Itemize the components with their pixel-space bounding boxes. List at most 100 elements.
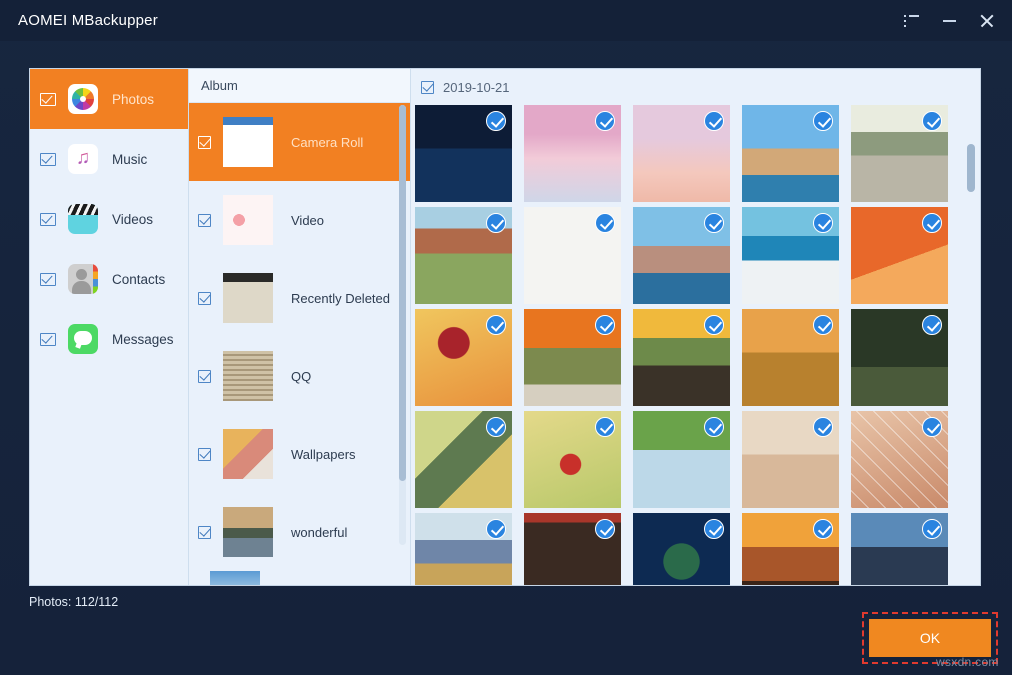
photo-selected-check-icon[interactable] [813,417,833,437]
album-checkbox-wonderful[interactable] [198,526,211,539]
sidebar-label-photos: Photos [112,92,154,107]
photo-thumbnail[interactable] [524,105,621,202]
close-button[interactable] [968,0,1006,41]
photo-thumbnail[interactable] [742,207,839,304]
photo-selected-check-icon[interactable] [595,519,615,539]
list-view-button[interactable] [892,0,930,41]
photo-selected-check-icon[interactable] [922,111,942,131]
album-thumbnail [223,351,273,401]
watermark: wsxdn.com [936,655,999,669]
sidebar-checkbox-messages[interactable] [40,333,56,346]
app-window: AOMEI MBackupper Photos [0,0,1012,675]
photo-thumbnail[interactable] [633,309,730,406]
minimize-button[interactable] [930,0,968,41]
album-thumbnail [210,571,260,585]
photo-thumbnail[interactable] [851,309,948,406]
photo-thumbnail[interactable] [633,411,730,508]
music-icon [68,144,98,174]
photo-selected-check-icon[interactable] [813,111,833,131]
photo-thumbnail[interactable] [415,207,512,304]
album-item-recently-deleted[interactable]: Recently Deleted [189,259,410,337]
photo-selected-check-icon[interactable] [486,213,506,233]
photo-thumbnail[interactable] [524,513,621,585]
photo-thumbnail[interactable] [851,105,948,202]
photo-selected-check-icon[interactable] [704,213,724,233]
photo-selected-check-icon[interactable] [922,315,942,335]
status-photos-count: Photos: 112/112 [29,595,118,609]
photo-thumbnail[interactable] [742,309,839,406]
photo-thumbnail[interactable] [415,513,512,585]
sidebar-label-videos: Videos [112,212,153,227]
sidebar-checkbox-music[interactable] [40,153,56,166]
photo-selected-check-icon[interactable] [595,315,615,335]
album-label-qq: QQ [291,369,311,384]
album-thumbnail [223,273,273,323]
close-icon [980,14,994,28]
sidebar-checkbox-photos[interactable] [40,93,56,106]
album-header: Album [189,69,410,103]
sidebar-item-contacts[interactable]: Contacts [30,249,188,309]
photo-thumbnail[interactable] [524,207,621,304]
album-item-wonderful[interactable]: wonderful [189,493,410,571]
album-thumbnail [223,429,273,479]
content-area: Photos Music Videos Contacts Messages [29,68,981,586]
photo-scrollbar-thumb[interactable] [967,144,975,192]
photo-thumbnail[interactable] [633,105,730,202]
photo-grid-panel: 2019-10-21 [411,69,980,585]
photo-selected-check-icon[interactable] [704,417,724,437]
album-checkbox-camera-roll[interactable] [198,136,211,149]
photo-selected-check-icon[interactable] [704,315,724,335]
album-checkbox-recently-deleted[interactable] [198,292,211,305]
album-checkbox-qq[interactable] [198,370,211,383]
album-item-video[interactable]: Video [189,181,410,259]
photo-thumbnail[interactable] [415,105,512,202]
ok-button[interactable]: OK [869,619,991,657]
photo-selected-check-icon[interactable] [486,315,506,335]
date-group-header: 2019-10-21 [411,69,980,105]
photo-thumbnail[interactable] [633,207,730,304]
album-item-partial[interactable] [189,571,410,585]
date-group-checkbox[interactable] [421,81,434,94]
photo-thumbnail[interactable] [851,513,948,585]
photo-thumbnail[interactable] [742,105,839,202]
sidebar-item-messages[interactable]: Messages [30,309,188,369]
photo-selected-check-icon[interactable] [813,315,833,335]
photo-selected-check-icon[interactable] [486,519,506,539]
photo-selected-check-icon[interactable] [704,519,724,539]
photo-thumbnail[interactable] [742,513,839,585]
album-item-qq[interactable]: QQ [189,337,410,415]
album-scrollbar-thumb[interactable] [399,105,406,481]
photo-thumbnail[interactable] [524,411,621,508]
photo-selected-check-icon[interactable] [922,417,942,437]
photo-thumbnail[interactable] [742,411,839,508]
album-label-camera-roll: Camera Roll [291,135,363,150]
photo-selected-check-icon[interactable] [813,519,833,539]
sidebar-checkbox-contacts[interactable] [40,273,56,286]
photo-selected-check-icon[interactable] [595,213,615,233]
photo-selected-check-icon[interactable] [922,519,942,539]
photo-thumbnail[interactable] [415,411,512,508]
photo-thumbnail[interactable] [851,411,948,508]
photo-thumbnail[interactable] [633,513,730,585]
album-item-camera-roll[interactable]: Camera Roll [189,103,410,181]
photo-selected-check-icon[interactable] [486,417,506,437]
sidebar-item-photos[interactable]: Photos [30,69,188,129]
photo-selected-check-icon[interactable] [813,213,833,233]
photo-selected-check-icon[interactable] [486,111,506,131]
category-sidebar: Photos Music Videos Contacts Messages [30,69,189,585]
photo-thumbnail[interactable] [415,309,512,406]
photo-selected-check-icon[interactable] [595,111,615,131]
photo-selected-check-icon[interactable] [595,417,615,437]
photo-selected-check-icon[interactable] [704,111,724,131]
album-checkbox-video[interactable] [198,214,211,227]
photo-thumbnail[interactable] [851,207,948,304]
album-item-wallpapers[interactable]: Wallpapers [189,415,410,493]
photo-thumbnail[interactable] [524,309,621,406]
sidebar-checkbox-videos[interactable] [40,213,56,226]
contacts-icon [68,264,98,294]
album-thumbnail [223,195,273,245]
album-checkbox-wallpapers[interactable] [198,448,211,461]
sidebar-item-videos[interactable]: Videos [30,189,188,249]
photo-selected-check-icon[interactable] [922,213,942,233]
sidebar-item-music[interactable]: Music [30,129,188,189]
